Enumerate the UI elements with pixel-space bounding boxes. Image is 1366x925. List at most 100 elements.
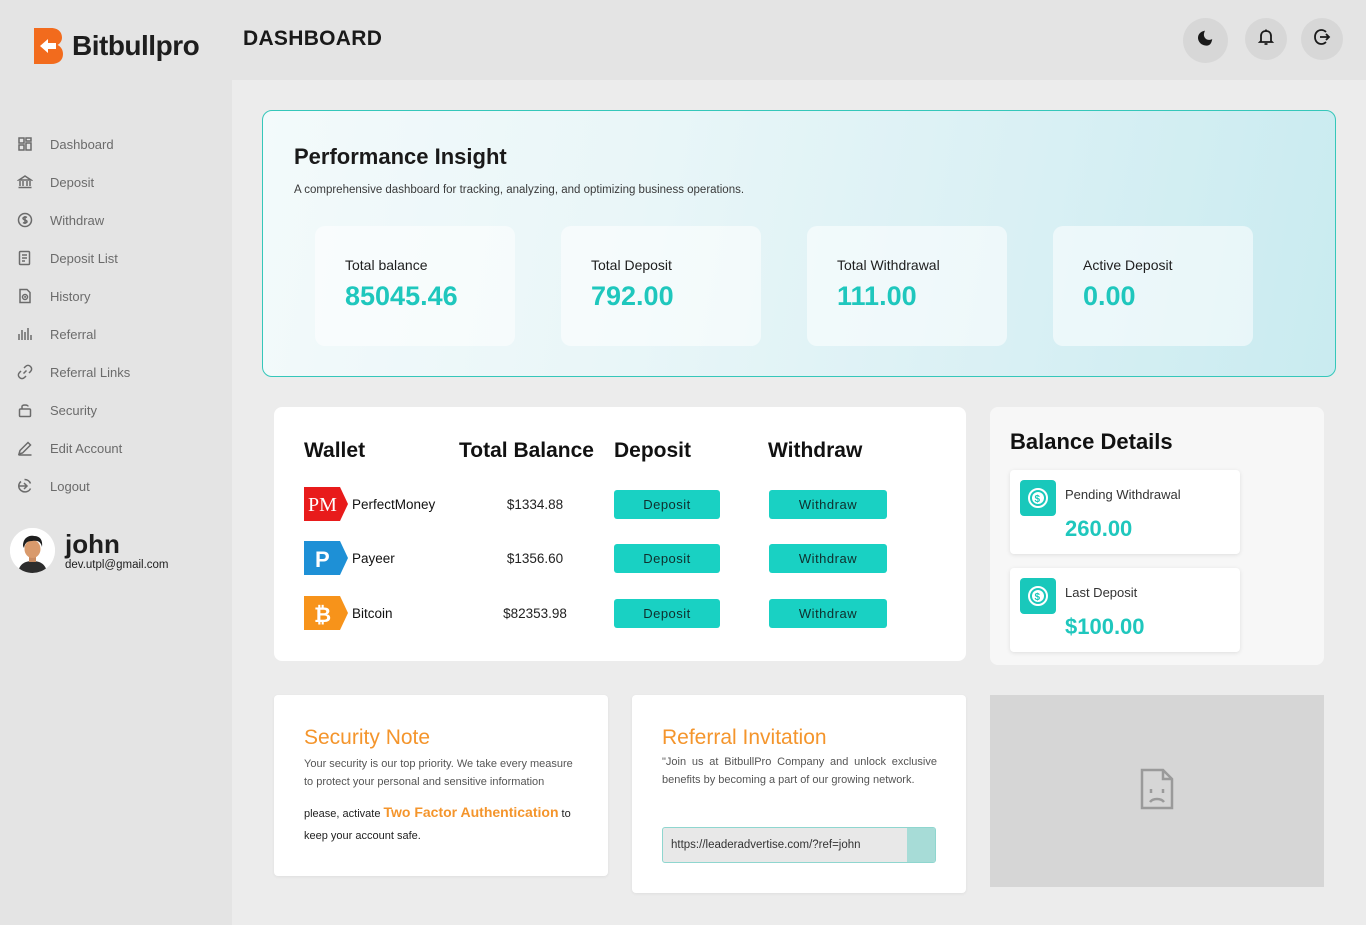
sidebar-nav: Dashboard Deposit Withdraw Deposit List … <box>0 125 232 505</box>
table-row: PM PerfectMoney $1334.88 Deposit Withdra… <box>274 487 966 523</box>
theme-toggle-button[interactable] <box>1183 18 1228 63</box>
balance-card-pending-withdrawal: $ Pending Withdrawal 260.00 <box>1010 470 1240 554</box>
sidebar-item-history[interactable]: History <box>0 277 232 315</box>
security-note-text: Your security is our top priority. We ta… <box>304 758 573 788</box>
withdraw-button[interactable]: Withdraw <box>769 599 887 628</box>
deposit-button[interactable]: Deposit <box>614 599 720 628</box>
balance-label: Last Deposit <box>1065 585 1138 600</box>
insight-subtitle: A comprehensive dashboard for tracking, … <box>294 184 745 196</box>
sidebar-item-logout[interactable]: Logout <box>0 467 232 505</box>
pencil-icon <box>17 440 33 456</box>
column-header-deposit: Deposit <box>614 439 692 462</box>
sidebar-item-withdraw[interactable]: Withdraw <box>0 201 232 239</box>
two-factor-link[interactable]: Two Factor Authentication <box>384 804 559 820</box>
sidebar-item-deposit[interactable]: Deposit <box>0 163 232 201</box>
balance-label: Pending Withdrawal <box>1065 487 1181 502</box>
grid-icon <box>17 136 33 152</box>
brand-name: Bitbullpro <box>72 30 200 61</box>
stat-value: 0.00 <box>1083 281 1136 311</box>
balance-details-title: Balance Details <box>1010 429 1173 454</box>
perfectmoney-logo-icon: PM <box>304 487 348 521</box>
wallet-name: Payeer <box>352 551 395 566</box>
sidebar-item-label: Logout <box>50 478 90 494</box>
dollar-circle-icon <box>17 212 33 228</box>
stat-label: Total Deposit <box>591 257 672 273</box>
brand-logo[interactable]: Bitbullpro <box>31 26 200 66</box>
sidebar-item-label: Deposit List <box>50 250 118 266</box>
table-row: P Payeer $1356.60 Deposit Withdraw <box>274 541 966 577</box>
referral-link-input[interactable] <box>663 828 909 862</box>
wallet-name: Bitcoin <box>352 606 393 621</box>
sidebar-item-label: Deposit <box>50 174 95 190</box>
sidebar-item-dashboard[interactable]: Dashboard <box>0 125 232 163</box>
logout-icon <box>1312 27 1332 52</box>
performance-insight-panel: Performance Insight A comprehensive dash… <box>262 110 1336 377</box>
notifications-button[interactable] <box>1245 18 1287 60</box>
wallet-balance: $1334.88 <box>506 497 564 512</box>
column-header-wallet: Wallet <box>304 439 366 462</box>
lock-icon <box>17 402 33 418</box>
sidebar-item-label: History <box>50 288 91 304</box>
document-clock-icon <box>17 288 33 304</box>
stat-value: 111.00 <box>837 281 917 311</box>
svg-text:$: $ <box>1035 592 1041 603</box>
column-header-withdraw: Withdraw <box>768 439 863 462</box>
balance-value: 260.00 <box>1065 516 1133 541</box>
sidebar-item-deposit-list[interactable]: Deposit List <box>0 239 232 277</box>
moon-icon <box>1196 28 1216 53</box>
sidebar-item-security[interactable]: Security <box>0 391 232 429</box>
balance-card-last-deposit: $ Last Deposit $100.00 <box>1010 568 1240 652</box>
copy-link-button[interactable] <box>907 828 935 862</box>
broken-image-placeholder <box>990 695 1324 887</box>
svg-text:PM: PM <box>308 494 337 516</box>
security-note-card: Security Note Your security is our top p… <box>274 695 608 876</box>
logout-button[interactable] <box>1301 18 1343 60</box>
sidebar-item-referral[interactable]: Referral <box>0 315 232 353</box>
balance-details-panel: Balance Details $ Pending Withdrawal 260… <box>990 407 1324 665</box>
sidebar-item-referral-links[interactable]: Referral Links <box>0 353 232 391</box>
main-content: Performance Insight A comprehensive dash… <box>232 80 1366 925</box>
page-title: DASHBOARD <box>243 27 383 50</box>
wallet-balance: $82353.98 <box>503 606 567 621</box>
sidebar-item-edit-account[interactable]: Edit Account <box>0 429 232 467</box>
bitcoin-logo-icon: ₿ <box>304 596 348 630</box>
stat-value: 85045.46 <box>345 281 458 311</box>
wallet-table: Wallet Total Balance Deposit Withdraw PM… <box>274 407 966 661</box>
svg-text:$: $ <box>1035 494 1041 505</box>
sidebar-item-label: Withdraw <box>50 212 105 228</box>
user-name: john <box>65 528 120 559</box>
sidebar-item-label: Referral <box>50 326 97 342</box>
referral-title: Referral Invitation <box>662 726 827 749</box>
dollar-coin-icon: $ <box>1020 480 1056 516</box>
svg-text:₿: ₿ <box>314 603 331 627</box>
sidebar-item-label: Edit Account <box>50 440 123 456</box>
link-icon <box>17 364 33 380</box>
svg-text:P: P <box>315 547 330 572</box>
bar-chart-icon <box>17 326 33 342</box>
security-note-title: Security Note <box>304 726 431 749</box>
referral-link-field <box>662 827 936 863</box>
stat-card-total-balance: Total balance 85045.46 <box>315 226 515 346</box>
insight-title: Performance Insight <box>294 144 507 169</box>
referral-invitation-card: Referral Invitation "Join us at BitbullP… <box>632 695 966 893</box>
deposit-button[interactable]: Deposit <box>614 490 720 519</box>
wallet-name: PerfectMoney <box>352 497 436 512</box>
bank-icon <box>17 174 33 190</box>
user-email: dev.utpl@gmail.com <box>65 558 169 571</box>
referral-text: "Join us at BitbullPro Company and unloc… <box>662 756 937 786</box>
sidebar-item-label: Referral Links <box>50 364 131 380</box>
user-profile[interactable]: john dev.utpl@gmail.com <box>10 528 169 573</box>
bell-icon <box>1257 28 1275 51</box>
sidebar: Bitbullpro Dashboard Deposit Withdraw De… <box>0 0 232 925</box>
table-row: ₿ Bitcoin $82353.98 Deposit Withdraw <box>274 596 966 632</box>
deposit-button[interactable]: Deposit <box>614 544 720 573</box>
withdraw-button[interactable]: Withdraw <box>769 490 887 519</box>
security-note-prefix: please, activate <box>304 808 384 820</box>
stat-value: 792.00 <box>591 281 674 311</box>
stat-card-active-deposit: Active Deposit 0.00 <box>1053 226 1253 346</box>
wallet-balance: $1356.60 <box>506 551 564 566</box>
payeer-logo-icon: P <box>304 541 348 575</box>
withdraw-button[interactable]: Withdraw <box>769 544 887 573</box>
dollar-coin-icon: $ <box>1020 578 1056 614</box>
stat-card-total-withdrawal: Total Withdrawal 111.00 <box>807 226 1007 346</box>
